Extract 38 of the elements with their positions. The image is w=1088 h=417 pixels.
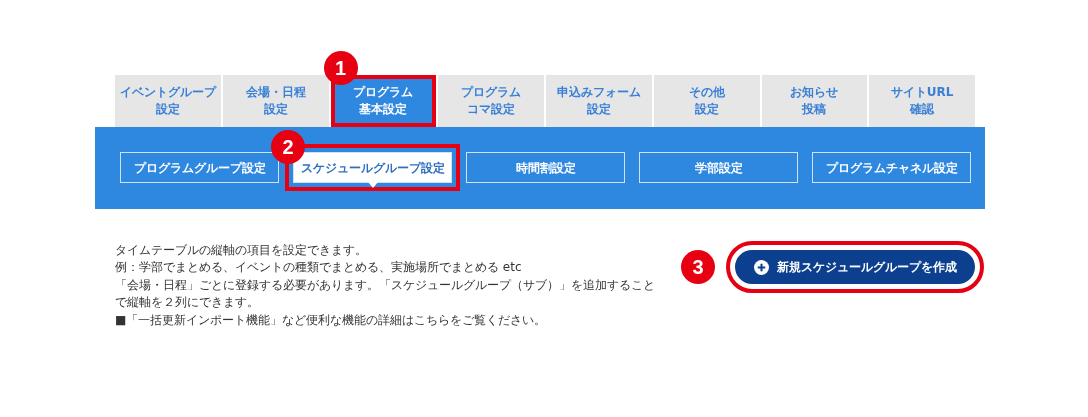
nav-tab[interactable]: その他 設定	[653, 75, 760, 127]
tab-label: 設定	[585, 101, 612, 118]
tab-label: 確認	[908, 101, 936, 118]
tab-label: プログラム	[460, 83, 523, 101]
pointer-icon	[367, 182, 378, 188]
sub-tab[interactable]: プログラムグループ設定	[120, 152, 279, 183]
tab-label: 投稿	[801, 101, 828, 118]
callout-number: 3	[681, 250, 715, 284]
callout-number: 2	[271, 130, 305, 164]
tab-label: 基本設定	[358, 101, 409, 118]
nav-tab[interactable]: 会場・日程 設定	[222, 75, 329, 127]
description-text: 「会場・日程」ごとに登録する必要があります。「スケジュールグループ（サブ）」を追加することで縦軸を２列にできます。	[115, 276, 655, 312]
nav-tab[interactable]: イベントグループ 設定	[115, 75, 221, 127]
description-text: 例：学部でまとめる、イベントの種類でまとめる、実施場所でまとめる etc	[115, 259, 523, 277]
nav-tab[interactable]: プログラム コマ設定	[438, 75, 544, 127]
tab-label: 会場・日程	[244, 83, 307, 101]
tab-label: イベントグループ	[118, 83, 218, 101]
tab-label: サイトURL	[889, 83, 955, 101]
tab-label: 設定	[693, 101, 720, 118]
nav-tab[interactable]: プログラム 基本設定	[330, 75, 437, 127]
tab-label: その他	[687, 83, 726, 101]
sub-tab[interactable]: 時間割設定	[466, 152, 625, 183]
tab-label: コマ設定	[466, 101, 517, 118]
description-text: ■「一括更新インポート機能」など便利な機能の詳細はこちらをご覧ください。	[115, 311, 548, 329]
nav-tab[interactable]: 申込みフォーム 設定	[546, 75, 652, 127]
tab-label: プログラム	[352, 83, 415, 101]
tab-label: 設定	[262, 101, 289, 118]
button-label: 新規スケジュールグループを作成	[776, 259, 957, 276]
nav-tab[interactable]: サイトURL 確認	[869, 75, 975, 127]
plus-circle-icon	[753, 259, 769, 275]
nav-tab[interactable]: お知らせ 投稿	[761, 75, 868, 127]
description-text: タイムテーブルの縦軸の項目を設定できます。	[115, 242, 368, 259]
sub-tab[interactable]: 学部設定	[639, 152, 798, 183]
sub-tab[interactable]: プログラムチャネル設定	[812, 152, 971, 183]
tab-label: お知らせ	[789, 83, 840, 101]
tab-label: 申込みフォーム	[555, 83, 642, 101]
tab-label: 設定	[154, 101, 181, 118]
callout-number: 1	[323, 51, 358, 85]
